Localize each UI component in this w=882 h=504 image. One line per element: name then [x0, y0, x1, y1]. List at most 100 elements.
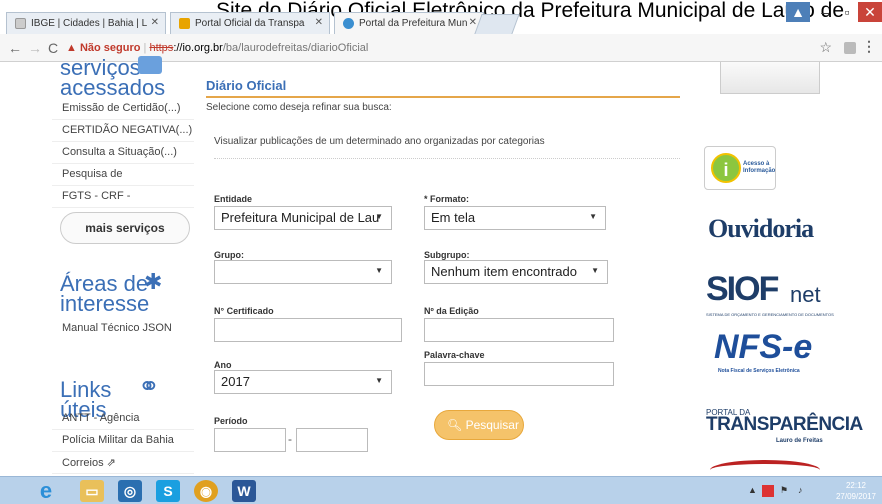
menu-icon[interactable]: ⋮ — [862, 38, 876, 55]
certificado-input[interactable] — [214, 318, 402, 342]
chevron-down-icon: ▼ — [375, 266, 383, 275]
info-icon: i — [711, 153, 741, 183]
subgrupo-value: Nenhum item encontrado — [431, 264, 577, 279]
sidebar-link[interactable]: FGTS - CRF - — [52, 186, 194, 208]
sidebar: serviços acessados Emissão de Certidão(.… — [52, 56, 194, 476]
areas-icon: ✱ — [144, 269, 163, 294]
ano-value: 2017 — [221, 374, 250, 389]
siof-banner[interactable]: SIOF net SISTEMA DE ORÇAMENTO E GERENCIA… — [706, 270, 840, 318]
ouvidoria-banner[interactable]: Ouvidoria — [708, 214, 814, 244]
search-icon: 🔍︎ — [447, 418, 463, 432]
sidebar-link[interactable]: Pesquisa de — [52, 164, 194, 186]
tab-transparencia[interactable]: Portal Oficial da Transpa ✕ — [170, 12, 330, 34]
chevron-down-icon: ▼ — [375, 376, 383, 385]
clock-time: 22:12 — [845, 481, 866, 490]
periodo-label: Período — [214, 416, 248, 426]
page-icon — [15, 18, 26, 29]
sidebar-link[interactable]: Consulta a Situação(...) — [52, 142, 194, 164]
edicao-label: Nº da Edição — [424, 306, 479, 316]
periodo-start-input[interactable] — [214, 428, 286, 452]
siof-title: SIOF — [706, 270, 779, 308]
palavra-chave-input[interactable] — [424, 362, 614, 386]
search-button[interactable]: 🔍︎ Pesquisar — [434, 410, 524, 440]
taskbar-clock[interactable]: 22:12 27/09/2017 — [836, 480, 876, 502]
ano-select[interactable]: 2017 ▼ — [214, 370, 392, 394]
transparencia-banner[interactable]: TRANSPARÊNCIA — [706, 414, 863, 436]
sidebar-link[interactable]: Polícia Militar da Bahia — [52, 430, 194, 452]
search-button-label: Pesquisar — [465, 418, 519, 432]
edicao-input[interactable] — [424, 318, 614, 342]
divider — [214, 158, 680, 159]
new-tab-button[interactable] — [474, 14, 520, 34]
periodo-end-input[interactable] — [296, 428, 368, 452]
back-icon[interactable]: ← — [8, 40, 22, 56]
acesso-text: Acesso à Informação — [743, 161, 776, 174]
instruction-text: Selecione como deseja refinar sua busca: — [206, 102, 392, 113]
minimize-icon[interactable]: – — [814, 2, 836, 22]
close-window-icon[interactable]: ✕ — [858, 2, 882, 22]
url-host: ://io.org.br — [173, 42, 223, 54]
right-banners: i Acesso à Informação Ouvidoria SIOF net… — [700, 62, 882, 476]
tray-alert-icon[interactable] — [762, 485, 774, 497]
maximize-icon[interactable]: ▫ — [836, 2, 858, 22]
url-scheme: https — [149, 42, 174, 54]
services-heading: serviços acessados — [60, 55, 166, 100]
more-services-button[interactable]: mais serviços — [60, 212, 190, 244]
folder-icon[interactable]: ▭ — [80, 480, 104, 502]
formato-value: Em tela — [431, 210, 476, 225]
site-favicon-icon — [343, 18, 354, 29]
app-icon[interactable]: ◎ — [118, 480, 142, 502]
sidebar-link[interactable]: Emissão de Certidão(...) — [52, 98, 194, 120]
chain-link-icon: ⚭ — [138, 371, 160, 401]
subgrupo-label: Subgrupo: — [424, 250, 470, 260]
subgrupo-select[interactable]: Nenhum item encontrado ▼ — [424, 260, 608, 284]
sidebar-link[interactable]: CERTIDÃO NEGATIVA(...) — [52, 120, 194, 142]
sidebar-link[interactable]: ANTT - Agência — [52, 408, 194, 430]
formato-select[interactable]: Em tela ▼ — [424, 206, 606, 230]
reload-icon[interactable]: C — [48, 40, 58, 56]
formato-label: * Formato: — [424, 194, 469, 204]
period-separator: - — [288, 432, 292, 446]
sidebar-link[interactable]: Manual Técnico JSON — [52, 318, 194, 340]
ie-icon[interactable]: e — [32, 480, 60, 502]
tab-label: Portal Oficial da Transpa — [195, 18, 305, 29]
chrome-icon[interactable]: ◉ — [194, 480, 218, 502]
palavra-chave-label: Palavra-chave — [424, 350, 485, 360]
tray-flag-icon[interactable]: ⚑ — [780, 485, 788, 496]
tab-label: Portal da Prefeitura Mun — [359, 18, 468, 29]
extension-icon[interactable] — [844, 42, 856, 54]
user-icon[interactable]: ▲ — [786, 2, 810, 22]
close-icon[interactable]: ✕ — [315, 17, 323, 28]
siof-net: net — [790, 282, 821, 307]
forward-icon[interactable]: → — [28, 40, 42, 56]
browser-tabstrip: IBGE | Cidades | Bahia | L ✕ Portal Ofic… — [0, 0, 882, 36]
word-icon[interactable]: W — [232, 480, 256, 502]
title-divider — [206, 96, 680, 98]
sidebar-link[interactable]: Correios ⇗ — [52, 452, 194, 474]
tray-volume-icon[interactable]: ♪ — [798, 485, 803, 495]
security-warning[interactable]: ▲ Não seguro — [66, 42, 140, 54]
bookmark-star-icon[interactable]: ☆ — [819, 39, 832, 56]
tab-ibge[interactable]: IBGE | Cidades | Bahia | L ✕ — [6, 12, 166, 34]
tab-prefeitura[interactable]: Portal da Prefeitura Mun ✕ — [334, 12, 484, 34]
url-path: /ba/laurodefreitas/diarioOficial — [222, 42, 369, 54]
lauro-subtitle: Lauro de Freitas — [776, 438, 823, 444]
nfse-subtitle: Nota Fiscal de Serviços Eletrônica — [718, 368, 800, 374]
nfse-banner[interactable]: NFS-e — [714, 328, 812, 367]
grupo-select[interactable]: ▼ — [214, 260, 392, 284]
tray-arrow-icon[interactable]: ▲ — [748, 485, 757, 495]
search-legend: Visualizar publicações de um determinado… — [214, 136, 545, 147]
ano-label: Ano — [214, 360, 232, 370]
page-title: Diário Oficial — [206, 78, 287, 93]
skype-icon[interactable]: S — [156, 480, 180, 502]
close-icon[interactable]: ✕ — [151, 17, 159, 28]
siof-subtitle: SISTEMA DE ORÇAMENTO E GERENCIAMENTO DE … — [706, 312, 834, 317]
entidade-select[interactable]: Prefeitura Municipal de Lau ▼ — [214, 206, 392, 230]
chevron-down-icon: ▼ — [375, 212, 383, 221]
entidade-label: Entidade — [214, 194, 253, 204]
chevron-down-icon: ▼ — [589, 212, 597, 221]
acesso-informacao-banner[interactable]: i Acesso à Informação — [704, 146, 776, 190]
address-bar[interactable]: ▲ Não seguro | https://io.org.br/ba/laur… — [66, 37, 856, 59]
tab-label: IBGE | Cidades | Bahia | L — [31, 18, 148, 29]
close-icon[interactable]: ✕ — [469, 17, 477, 28]
